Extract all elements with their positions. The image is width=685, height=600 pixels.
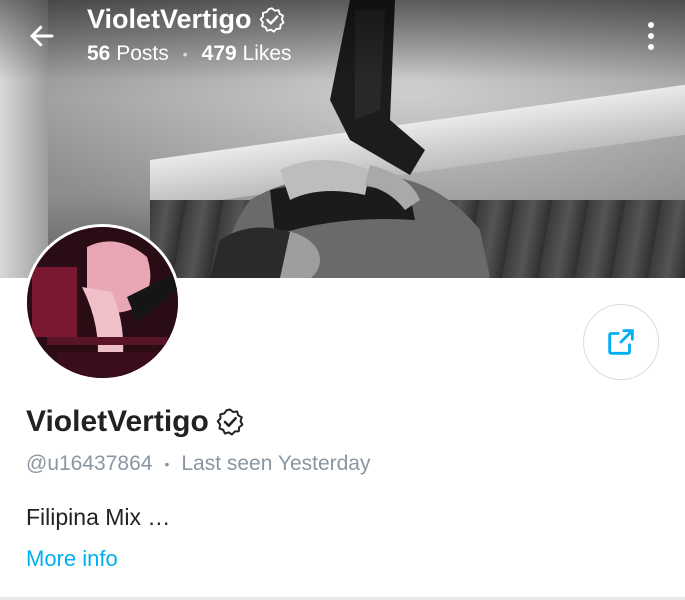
back-button[interactable] (24, 18, 60, 54)
header-title-text: VioletVertigo (87, 4, 252, 34)
stats-separator: • (182, 46, 188, 62)
likes-count: 479 (201, 42, 237, 65)
profile-name: VioletVertigo (26, 405, 245, 439)
share-icon (608, 329, 634, 355)
last-seen-status: Last seen Yesterday (181, 452, 371, 475)
avatar[interactable] (24, 224, 181, 381)
header-stats: 56 Posts • 479 Likes (87, 42, 292, 66)
more-options-button[interactable] (639, 18, 663, 54)
more-info-link[interactable]: More info (26, 546, 118, 572)
likes-label: Likes (242, 42, 292, 65)
share-button[interactable] (583, 304, 659, 380)
profile-handle: @u16437864 (26, 452, 153, 475)
posts-label: Posts (116, 42, 169, 65)
more-vertical-icon (648, 22, 654, 28)
meta-separator: • (164, 456, 170, 472)
verified-badge-icon (216, 408, 244, 436)
profile-name-text: VioletVertigo (26, 405, 209, 438)
verified-badge-icon (259, 6, 285, 33)
arrow-left-icon (30, 25, 54, 47)
profile-bio: Filipina Mix … (26, 504, 171, 530)
posts-count: 56 (87, 42, 111, 65)
avatar-photo (27, 227, 178, 378)
profile-meta: @u16437864 • Last seen Yesterday (26, 452, 371, 476)
header-title: VioletVertigo (87, 4, 286, 35)
